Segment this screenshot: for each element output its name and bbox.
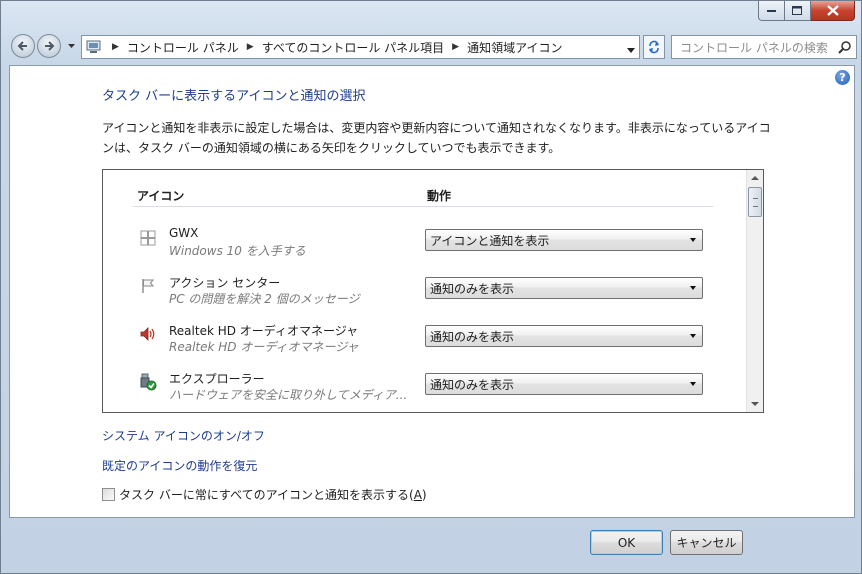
list-item: Realtek HD オーディオマネージャ Realtek HD オーディオマネ… — [139, 322, 704, 362]
maximize-button[interactable] — [785, 1, 811, 21]
list-item: GWX Windows 10 を入手する アイコンと通知を表示 — [139, 226, 704, 266]
close-icon — [826, 5, 839, 16]
chevron-down-icon — [690, 334, 696, 338]
back-button[interactable] — [11, 34, 35, 58]
minimize-icon — [766, 9, 776, 12]
safely-remove-hardware-icon — [140, 373, 157, 391]
search-placeholder: コントロール パネルの検索 — [680, 40, 828, 55]
maximize-icon — [792, 5, 802, 15]
item-subtitle: Windows 10 を入手する — [169, 244, 306, 258]
caption-buttons — [758, 1, 855, 21]
notification-icons-list[interactable]: アイコン 動作 GWX Windows 10 を入手する アイコンと通知を表示 — [102, 169, 764, 413]
back-arrow-icon — [17, 41, 27, 51]
address-dropdown[interactable] — [627, 42, 635, 56]
address-bar[interactable]: ▶ コントロール パネル ▶ すべてのコントロール パネル項目 ▶ 通知領域アイ… — [81, 35, 640, 59]
scroll-up-arrow-icon[interactable] — [751, 176, 759, 180]
flag-icon — [142, 279, 155, 293]
behavior-select[interactable]: 通知のみを表示 — [425, 325, 703, 347]
behavior-selected-value: 通知のみを表示 — [430, 377, 515, 392]
scroll-down-arrow-icon[interactable] — [751, 402, 759, 406]
list-item: エクスプローラー ハードウェアを安全に取り外してメディア... 通知のみを表示 — [139, 370, 704, 410]
behavior-select[interactable]: アイコンと通知を表示 — [425, 229, 703, 251]
ok-button[interactable]: OK — [590, 530, 663, 555]
system-icons-link[interactable]: システム アイコンのオン/オフ — [102, 427, 265, 444]
description-text: アイコンと通知を非表示に設定した場合は、変更内容や更新内容について通知されなくな… — [102, 121, 771, 155]
item-name: GWX — [169, 226, 199, 240]
scrollbar-thumb[interactable] — [748, 187, 762, 217]
content-panel: ? タスク バーに表示するアイコンと通知の選択 アイコンと通知を非表示に設定した… — [9, 65, 855, 518]
behavior-selected-value: 通知のみを表示 — [430, 281, 515, 296]
minimize-button[interactable] — [758, 1, 785, 21]
chevron-down-icon — [67, 44, 75, 48]
checkbox-label-prefix: タスク バーに常にすべてのアイコンと通知を表示する( — [119, 488, 414, 502]
refresh-icon — [649, 40, 659, 54]
item-name: アクション センター — [169, 276, 281, 290]
search-icon[interactable] — [838, 40, 852, 54]
vertical-scrollbar[interactable] — [746, 170, 763, 412]
cancel-button[interactable]: キャンセル — [670, 530, 743, 555]
recent-pages-dropdown[interactable] — [65, 39, 77, 53]
forward-button[interactable] — [37, 34, 61, 58]
item-subtitle: Realtek HD オーディオマネージャ — [169, 340, 359, 354]
chevron-down-icon — [690, 238, 696, 242]
behavior-selected-value: アイコンと通知を表示 — [430, 233, 550, 248]
item-subtitle: PC の問題を解決 2 個のメッセージ — [169, 292, 360, 306]
control-panel-icon — [86, 40, 101, 53]
windows-logo-icon — [140, 230, 156, 246]
item-name: エクスプローラー — [169, 372, 265, 386]
breadcrumb-separator: ▶ — [246, 42, 254, 52]
chevron-down-icon — [690, 286, 696, 290]
page-title: タスク バーに表示するアイコンと通知の選択 — [102, 89, 366, 104]
item-subtitle: ハードウェアを安全に取り外してメディア... — [169, 388, 408, 402]
checkbox-label-suffix: ) — [421, 488, 427, 502]
always-show-all-icons-option[interactable]: タスク バーに常にすべてのアイコンと通知を表示する(A) — [102, 486, 427, 503]
always-show-all-icons-checkbox[interactable] — [102, 488, 115, 501]
breadcrumb-separator: ▶ — [112, 42, 119, 52]
behavior-select[interactable]: 通知のみを表示 — [425, 277, 703, 299]
refresh-button[interactable] — [643, 35, 665, 59]
breadcrumb-all-items[interactable]: すべてのコントロール パネル項目 — [262, 39, 445, 56]
column-header-action: 動作 — [427, 189, 452, 203]
behavior-selected-value: 通知のみを表示 — [430, 329, 515, 344]
header-divider — [133, 206, 713, 207]
checkbox-label: タスク バーに常にすべてのアイコンと通知を表示する(A) — [119, 486, 427, 503]
restore-defaults-link[interactable]: 既定のアイコンの動作を復元 — [102, 457, 257, 474]
speaker-icon — [140, 327, 155, 341]
column-header-icon: アイコン — [137, 189, 185, 203]
breadcrumb-control-panel[interactable]: コントロール パネル — [127, 39, 239, 56]
navigation-bar: ▶ コントロール パネル ▶ すべてのコントロール パネル項目 ▶ 通知領域アイ… — [9, 33, 857, 61]
behavior-select[interactable]: 通知のみを表示 — [425, 373, 703, 395]
close-button[interactable] — [811, 1, 855, 21]
help-icon[interactable]: ? — [835, 70, 850, 85]
chevron-down-icon — [690, 382, 696, 386]
list-item: アクション センター PC の問題を解決 2 個のメッセージ 通知のみを表示 — [139, 274, 704, 314]
checkbox-accelerator-key: A — [413, 488, 422, 502]
chevron-down-icon — [627, 48, 635, 53]
item-name: Realtek HD オーディオマネージャ — [169, 324, 359, 338]
forward-arrow-icon — [45, 41, 55, 51]
search-input[interactable]: コントロール パネルの検索 — [671, 35, 857, 59]
window: ▶ コントロール パネル ▶ すべてのコントロール パネル項目 ▶ 通知領域アイ… — [0, 0, 862, 574]
breadcrumb-notification-icons[interactable]: 通知領域アイコン — [467, 39, 562, 56]
breadcrumb-separator: ▶ — [452, 42, 460, 52]
